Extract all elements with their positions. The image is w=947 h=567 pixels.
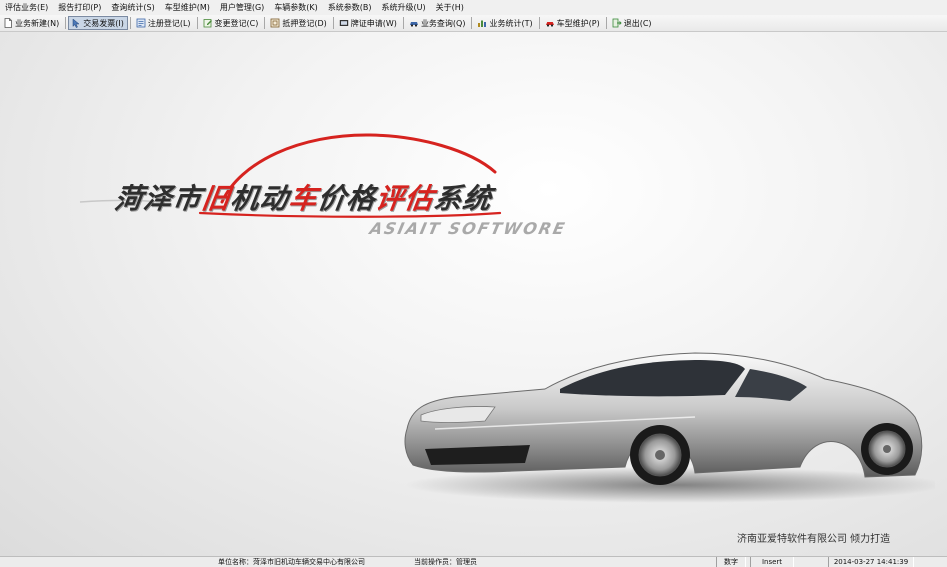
menu-model-maintenance[interactable]: 车型维护(M) — [160, 0, 215, 15]
toolbar-separator — [332, 17, 334, 29]
main-splash-area: 菏泽市旧机动车价格评估系统 ASIAIT SOFTWORE 济南亚爱特软件有限公… — [0, 32, 947, 556]
license-application-label: 牌证申请(W) — [350, 18, 397, 28]
new-business-button[interactable]: 业务新建(N) — [0, 16, 63, 30]
exit-button[interactable]: 退出(C) — [609, 16, 656, 30]
new-business-label: 业务新建(N) — [15, 18, 60, 28]
toolbar-separator — [129, 17, 131, 29]
status-insert-mode: Insert — [750, 557, 794, 567]
toolbar-separator — [538, 17, 540, 29]
business-query-label: 业务查询(Q) — [420, 18, 466, 28]
invoice-label: 交易发票(I) — [83, 18, 124, 28]
title-city: 菏泽市 — [112, 182, 205, 215]
title-price: 价格 — [315, 182, 379, 215]
toolbar-separator — [471, 17, 473, 29]
mortgage-registration-label: 抵押登记(D) — [282, 18, 327, 28]
statistics-icon — [478, 20, 487, 27]
exit-label: 退出(C) — [623, 18, 652, 28]
cursor-arrow-icon — [72, 18, 80, 28]
menu-query-stats[interactable]: 查询统计(S) — [106, 0, 159, 15]
toolbar-separator — [196, 17, 198, 29]
toolbar-separator — [65, 17, 67, 29]
menu-vehicle-params[interactable]: 车辆参数(K) — [269, 0, 323, 15]
title-evaluation: 评估 — [373, 182, 437, 215]
mortgage-icon — [270, 18, 280, 28]
status-operator: 当前操作员：管理员 — [414, 558, 477, 566]
car-red-icon — [545, 22, 554, 27]
title-system: 系统 — [431, 182, 495, 215]
license-application-button[interactable]: 牌证申请(W) — [336, 16, 401, 30]
business-statistics-label: 业务统计(T) — [489, 18, 533, 28]
registration-button[interactable]: 注册登记(L) — [133, 16, 195, 30]
registration-label: 注册登记(L) — [147, 18, 191, 28]
new-document-icon — [4, 18, 12, 28]
change-registration-button[interactable]: 变更登记(C) — [200, 16, 263, 30]
status-unit-name: 单位名称：菏泽市旧机动车辆交易中心有限公司 — [218, 558, 365, 566]
business-statistics-button[interactable]: 业务统计(T) — [474, 16, 536, 30]
company-brand-subtitle: ASIAIT SOFTWORE — [367, 219, 569, 238]
developer-credit: 济南亚爱特软件有限公司 倾力打造 — [737, 534, 891, 545]
query-car-icon — [409, 22, 418, 27]
status-datetime: 2014-03-27 14:41:39 — [828, 557, 914, 567]
exit-icon — [612, 18, 622, 28]
menu-system-params[interactable]: 系统参数(B) — [323, 0, 377, 15]
mortgage-registration-button[interactable]: 抵押登记(D) — [267, 16, 330, 30]
menu-about[interactable]: 关于(H) — [431, 0, 469, 15]
status-bar: 单位名称：菏泽市旧机动车辆交易中心有限公司 当前操作员：管理员 数字 Inser… — [0, 556, 947, 567]
status-num-lock: 数字 — [716, 557, 746, 567]
business-query-button[interactable]: 业务查询(Q) — [406, 16, 470, 30]
menu-system-upgrade[interactable]: 系统升级(U) — [377, 0, 431, 15]
model-maintenance-label: 车型维护(P) — [556, 18, 600, 28]
register-icon — [136, 18, 146, 28]
toolbar-separator — [264, 17, 266, 29]
menu-evaluation[interactable]: 评估业务(E) — [0, 0, 53, 15]
application-window: 评估业务(E) 报告打印(P) 查询统计(S) 车型维护(M) 用户管理(G) … — [0, 0, 947, 567]
menu-bar: 评估业务(E) 报告打印(P) 查询统计(S) 车型维护(M) 用户管理(G) … — [0, 0, 947, 15]
title-motor: 机动 — [228, 182, 292, 215]
toolbar: 业务新建(N) 交易发票(I) 注册登记(L) 变更登记(C) 抵押登记(D) … — [0, 15, 947, 32]
menu-user-management[interactable]: 用户管理(G) — [215, 0, 269, 15]
change-icon — [203, 19, 212, 28]
change-registration-label: 变更登记(C) — [214, 18, 259, 28]
system-title: 菏泽市旧机动车价格评估系统 — [112, 177, 495, 217]
invoice-button[interactable]: 交易发票(I) — [68, 16, 128, 30]
toolbar-separator — [605, 17, 607, 29]
sports-car-image — [404, 352, 935, 503]
toolbar-separator — [402, 17, 404, 29]
model-maintenance-button[interactable]: 车型维护(P) — [542, 16, 604, 30]
license-icon — [339, 20, 348, 26]
menu-report-print[interactable]: 报告打印(P) — [53, 0, 106, 15]
